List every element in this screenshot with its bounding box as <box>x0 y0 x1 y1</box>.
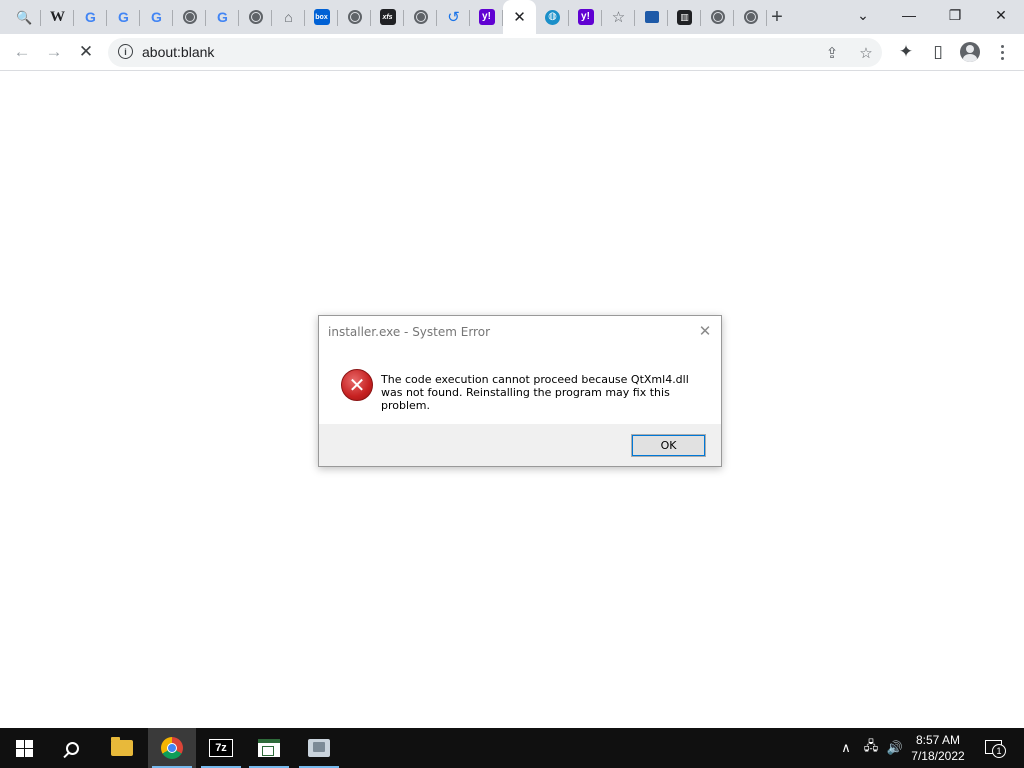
tab[interactable]: G <box>107 0 140 34</box>
menu-button[interactable] <box>988 38 1016 66</box>
tab[interactable]: ▥ <box>668 0 701 34</box>
tab[interactable]: ⌂ <box>272 0 305 34</box>
blue-square-icon <box>644 11 659 23</box>
bank-icon: ▥ <box>677 9 692 25</box>
notification-count-badge: 1 <box>992 744 1006 758</box>
globe-icon <box>743 10 758 24</box>
kebab-menu-icon <box>1000 44 1004 60</box>
tab[interactable]: G <box>206 0 239 34</box>
taskbar-installer[interactable] <box>295 728 343 768</box>
system-error-dialog: installer.exe - System Error ✕ ✕ The cod… <box>318 315 722 467</box>
tab-list: 🔍 W G G G G ⌂ box xfs ↺ y! ✕ ◍ y! ☆ ▥ <box>8 0 767 34</box>
yahoo-icon: y! <box>478 9 495 25</box>
browser-toolbar: ← → ✕ i about:blank ⇪ ☆ ✦ ▯ <box>0 34 1024 71</box>
taskbar-7zip[interactable]: 7z <box>197 728 245 768</box>
restore-button[interactable]: ❐ <box>932 0 978 30</box>
window-close-button[interactable]: ✕ <box>978 0 1024 30</box>
google-icon: G <box>118 9 129 25</box>
globe-icon <box>347 10 362 24</box>
tab[interactable] <box>701 0 734 34</box>
network-icon[interactable]: 🖧 <box>860 728 882 768</box>
error-icon: ✕ <box>341 369 373 401</box>
star-icon: ☆ <box>611 8 626 26</box>
address-bar[interactable]: i about:blank ⇪ ☆ <box>108 38 882 67</box>
windows-logo-icon <box>15 739 33 757</box>
bookmark-star-icon[interactable]: ☆ <box>855 42 877 64</box>
extensions-icon[interactable]: ✦ <box>892 38 920 66</box>
tab[interactable]: W <box>41 0 74 34</box>
windows-taskbar: 7z ∧ 🖧 🔊 8:57 AM 7/18/2022 1 <box>0 728 1024 768</box>
tab[interactable]: G <box>140 0 173 34</box>
xfs-icon: xfs <box>379 9 396 25</box>
tab[interactable] <box>734 0 767 34</box>
editor-app-icon <box>258 739 280 757</box>
tab-active[interactable]: ✕ <box>503 0 536 34</box>
globe-icon <box>248 10 263 24</box>
search-icon <box>65 741 79 755</box>
tab[interactable]: box <box>305 0 338 34</box>
new-tab-button[interactable]: + <box>765 5 789 29</box>
tab[interactable]: ☆ <box>602 0 635 34</box>
tab[interactable]: y! <box>569 0 602 34</box>
search-icon: 🔍 <box>16 9 33 25</box>
tab[interactable]: ↺ <box>437 0 470 34</box>
clock-time: 8:57 AM <box>915 733 961 747</box>
google-icon: G <box>85 9 96 25</box>
tab[interactable] <box>635 0 668 34</box>
side-panel-icon[interactable]: ▯ <box>924 38 952 66</box>
globe-icon <box>413 10 428 24</box>
google-icon: G <box>217 9 228 25</box>
7zip-icon: 7z <box>209 739 233 757</box>
action-center-button[interactable]: 1 <box>982 736 1006 758</box>
google-icon: G <box>151 9 162 25</box>
close-icon[interactable]: ✕ <box>513 8 526 26</box>
box-icon: box <box>313 9 330 25</box>
taskbar-file-explorer[interactable] <box>98 728 146 768</box>
taskbar-chrome[interactable] <box>148 728 196 768</box>
profile-avatar[interactable] <box>956 38 984 66</box>
share-icon[interactable]: ⇪ <box>821 42 843 64</box>
address-url[interactable]: about:blank <box>142 44 214 60</box>
tab[interactable]: G <box>74 0 107 34</box>
globe-icon <box>710 10 725 24</box>
clock-date: 7/18/2022 <box>911 749 965 763</box>
dialog-footer: OK <box>319 424 721 466</box>
chrome-icon <box>161 737 183 759</box>
dialog-title: installer.exe - System Error <box>328 325 491 339</box>
start-button[interactable] <box>0 728 48 768</box>
site-info-icon[interactable]: i <box>118 44 133 59</box>
folder-icon <box>111 737 133 756</box>
history-icon: ↺ <box>447 8 460 26</box>
tab-search-button[interactable]: ⌄ <box>840 0 886 30</box>
installer-app-icon <box>308 739 330 757</box>
tab-strip: 🔍 W G G G G ⌂ box xfs ↺ y! ✕ ◍ y! ☆ ▥ + ⌄ — ❐ ✕ <box>0 0 1024 34</box>
tab[interactable] <box>338 0 371 34</box>
minimize-button[interactable]: — <box>886 0 932 30</box>
tab[interactable] <box>404 0 437 34</box>
globe-icon <box>182 10 197 24</box>
yahoo-icon: y! <box>577 9 594 25</box>
tab[interactable] <box>239 0 272 34</box>
tab[interactable] <box>173 0 206 34</box>
tab[interactable]: xfs <box>371 0 404 34</box>
wikipedia-icon: W <box>50 8 65 25</box>
web-globe-icon: ◍ <box>545 9 560 25</box>
tab[interactable]: ◍ <box>536 0 569 34</box>
ok-button[interactable]: OK <box>631 434 706 457</box>
home-icon: ⌂ <box>284 9 293 25</box>
forward-button[interactable]: → <box>40 38 68 66</box>
tab[interactable]: y! <box>470 0 503 34</box>
avatar-icon <box>960 42 980 62</box>
tab[interactable]: 🔍 <box>8 0 41 34</box>
taskbar-clock[interactable]: 8:57 AM 7/18/2022 <box>908 732 968 764</box>
tray-overflow-chevron-icon[interactable]: ∧ <box>836 728 856 768</box>
taskbar-editor-app[interactable] <box>245 728 293 768</box>
volume-icon[interactable]: 🔊 <box>884 728 906 768</box>
dialog-message: The code execution cannot proceed becaus… <box>381 373 689 412</box>
back-button[interactable]: ← <box>8 38 36 66</box>
taskbar-search-button[interactable] <box>48 728 96 768</box>
dialog-close-button[interactable]: ✕ <box>695 321 715 341</box>
stop-loading-button[interactable]: ✕ <box>72 38 100 66</box>
